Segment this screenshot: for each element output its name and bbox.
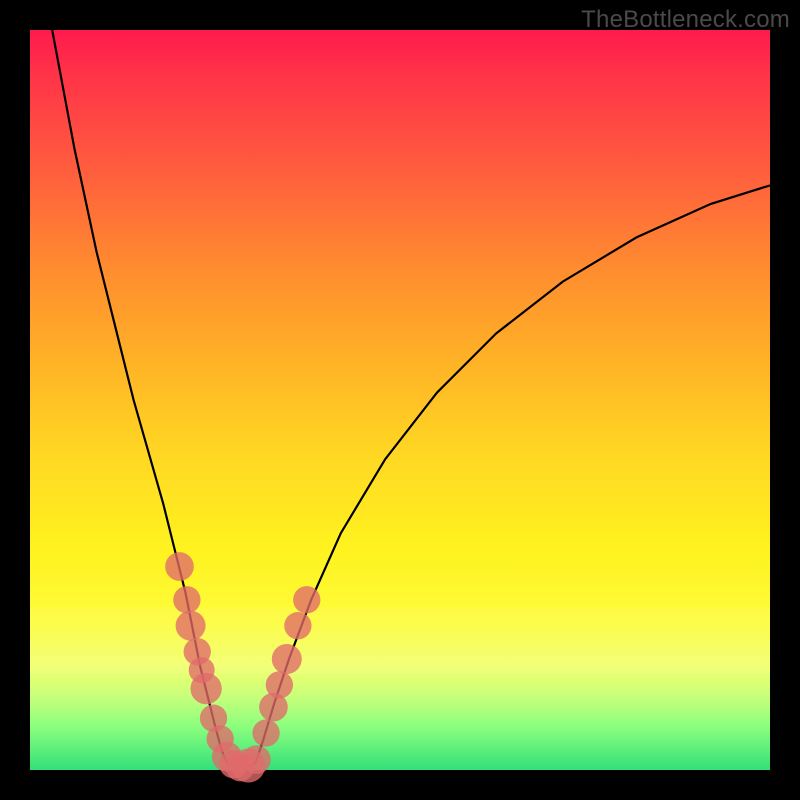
highlight-dot (190, 673, 221, 704)
highlight-dot (272, 644, 302, 674)
chart-frame: TheBottleneck.com (0, 0, 800, 800)
watermark-text: TheBottleneck.com (581, 6, 790, 34)
highlight-dot (165, 552, 194, 581)
highlight-dot (293, 586, 320, 613)
chart-svg (30, 30, 770, 770)
highlight-dot (284, 612, 311, 639)
dots-group (165, 552, 320, 782)
highlight-dot (173, 586, 200, 613)
plot-area (30, 30, 770, 770)
highlight-dot (266, 671, 293, 698)
highlight-dot (176, 611, 206, 641)
highlight-dot (242, 745, 271, 774)
curve-right (256, 185, 770, 762)
highlight-dot (252, 719, 279, 746)
